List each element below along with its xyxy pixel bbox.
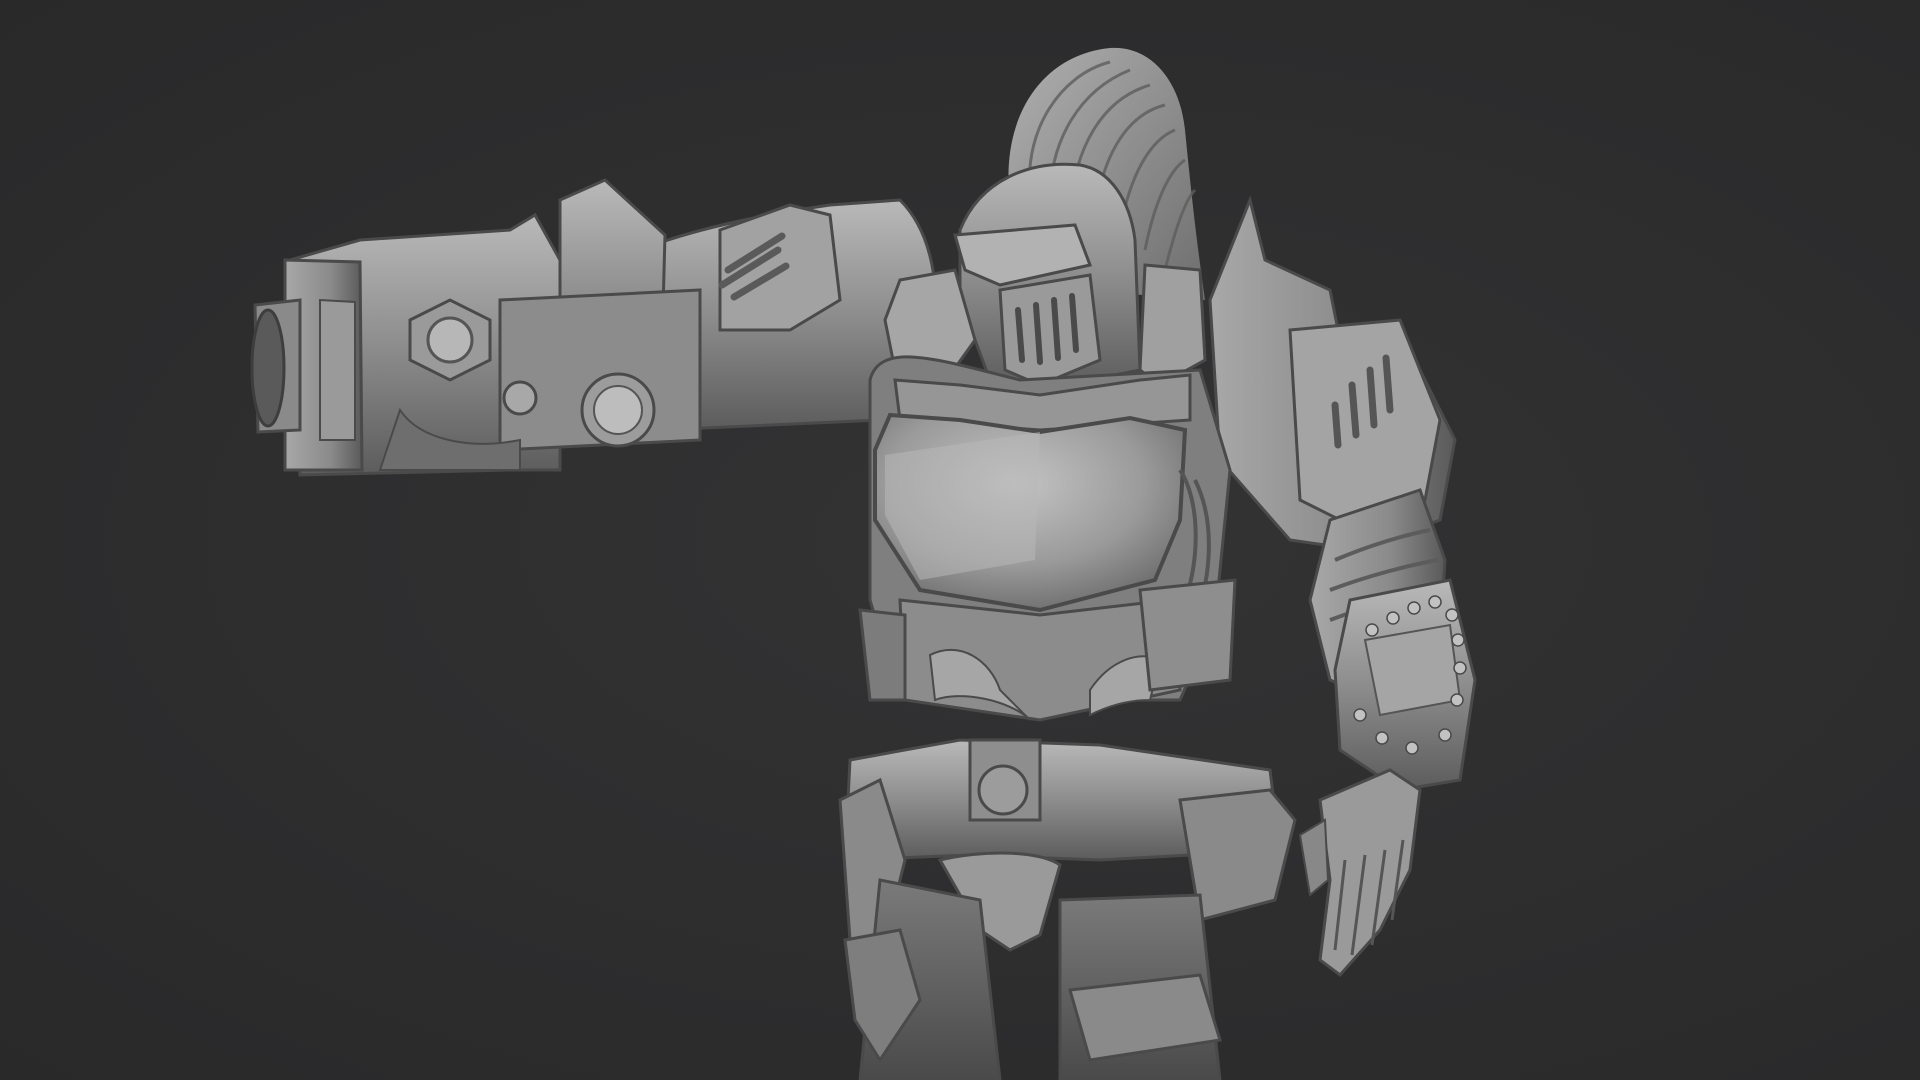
3d-viewport[interactable]	[0, 0, 1920, 1080]
torso-armor	[858, 355, 1237, 722]
knight-sculpt-model	[250, 47, 1477, 1080]
hanging-arm	[1298, 488, 1477, 978]
extended-arm-gauntlet	[250, 178, 938, 477]
